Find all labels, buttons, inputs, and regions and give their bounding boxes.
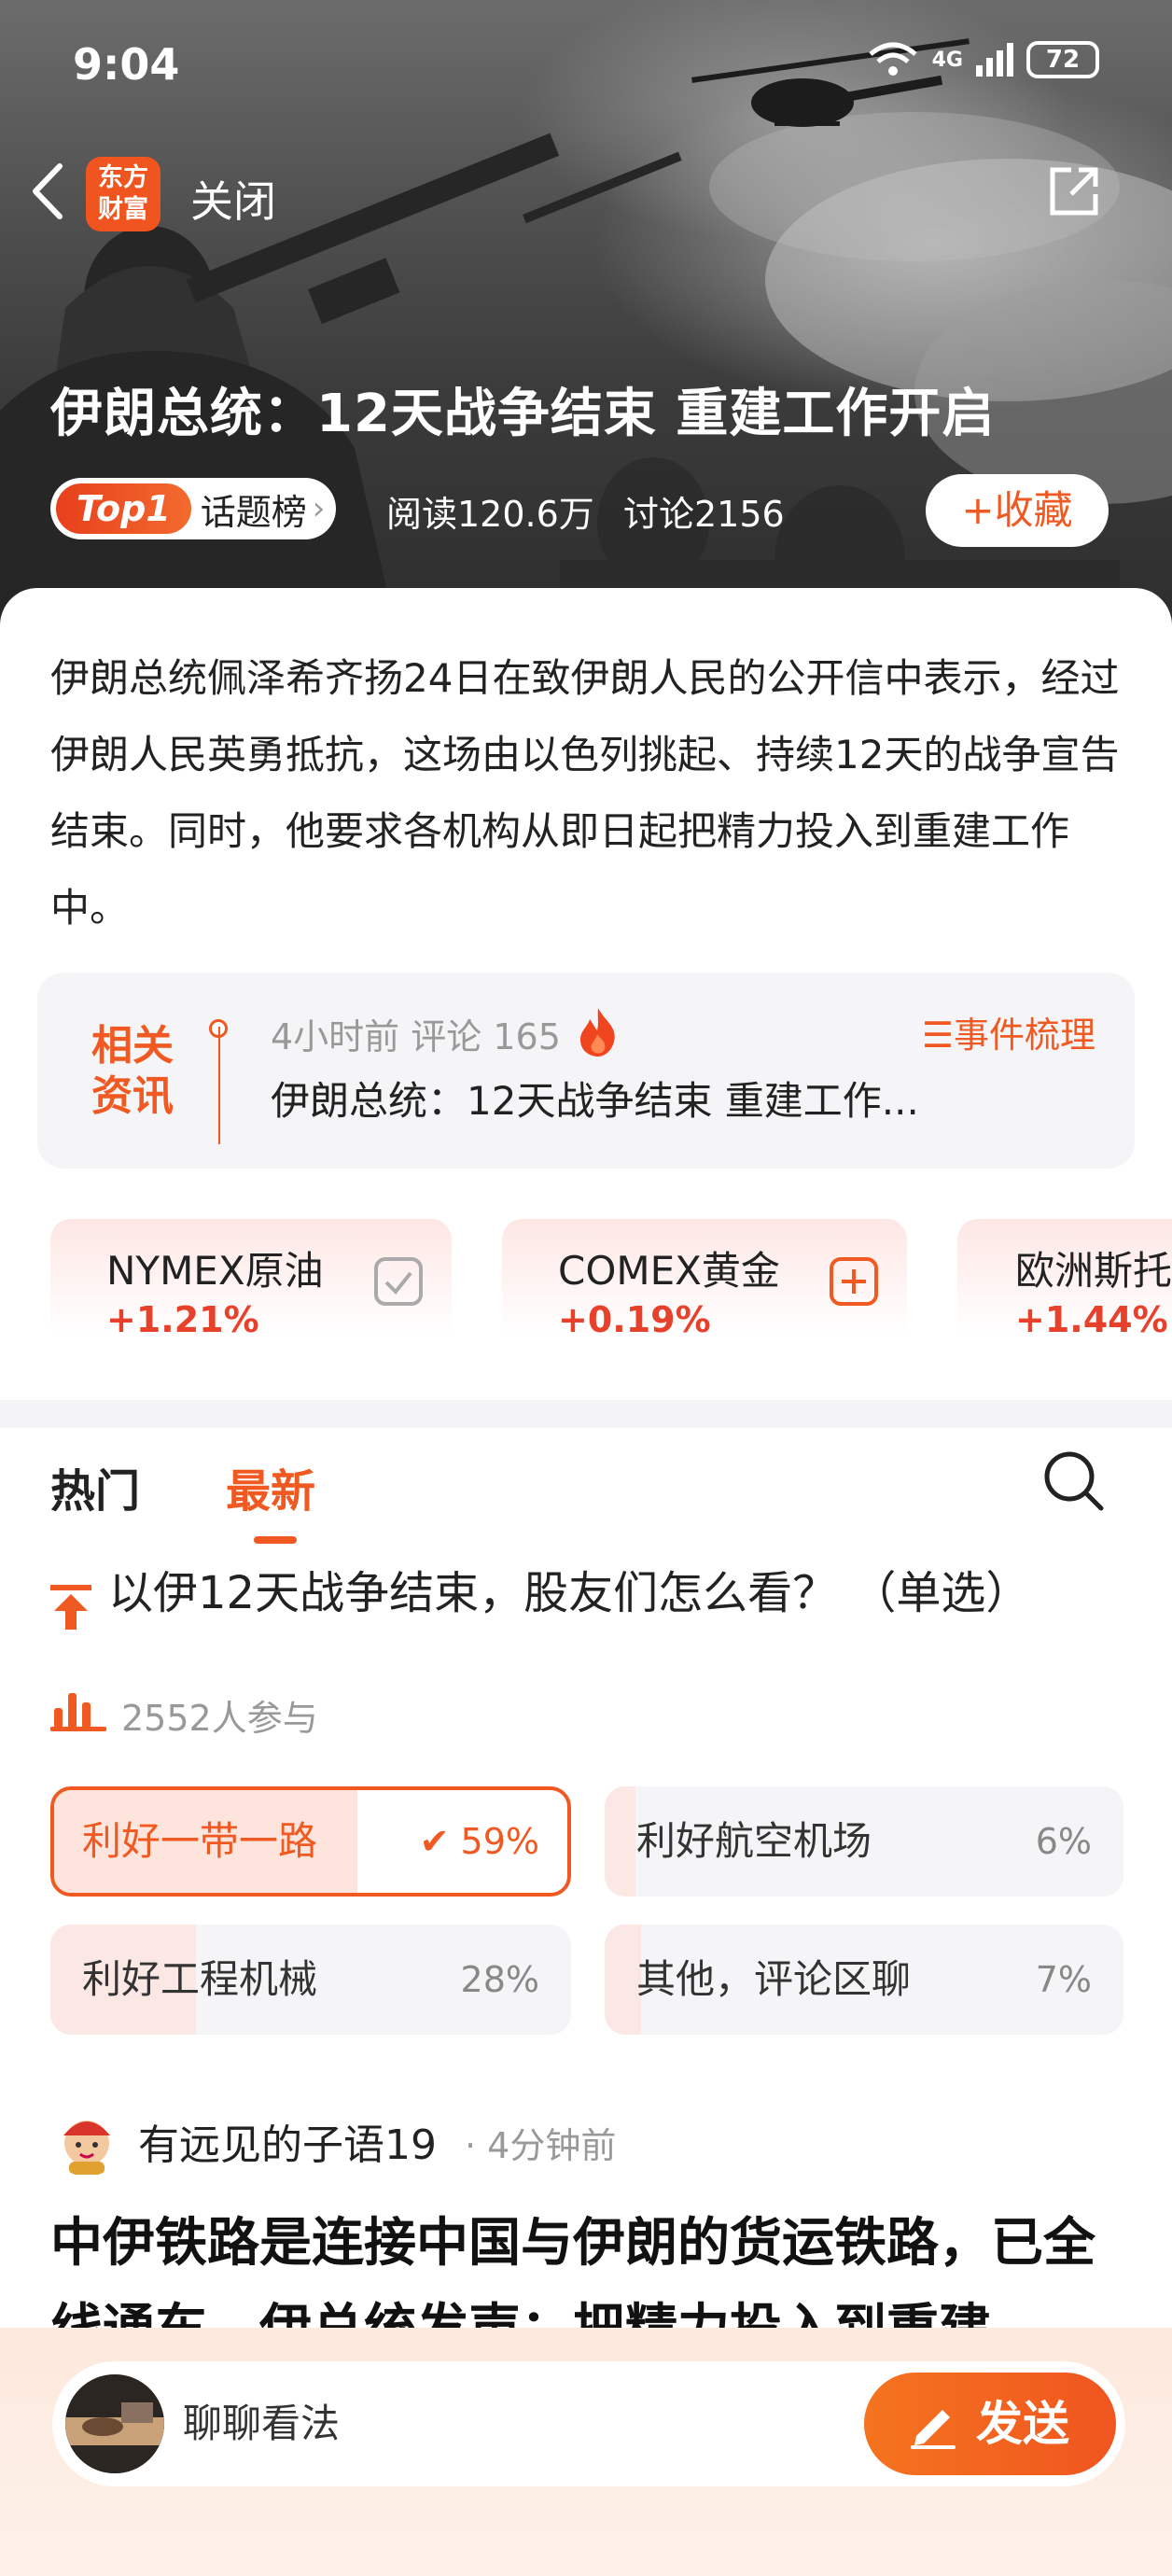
post-time: · 4分钟前 <box>465 2125 617 2166</box>
quote-change: +0.19% <box>558 1299 711 1340</box>
topic-rank-badge[interactable]: Top1 话题榜 › <box>50 478 337 539</box>
quote-name: 欧洲斯托 <box>1015 1248 1172 1294</box>
collect-button[interactable]: +收藏 <box>926 474 1109 547</box>
comment-input[interactable]: 聊聊看法 发送 <box>52 2361 1125 2486</box>
related-news-headline: 伊朗总统：12天战争结束 重建工作... <box>271 1078 919 1124</box>
poll-option-label: 利好工程机械 <box>82 1956 318 2002</box>
poll-option[interactable]: 利好工程机械 28% <box>50 1925 571 2035</box>
rank-label: Top1 <box>56 483 191 534</box>
quote-card-euro-stoxx[interactable]: 欧洲斯托 +1.44% <box>957 1219 1172 1340</box>
network-type: 4G <box>931 48 963 72</box>
poll-option-label: 利好航空机场 <box>636 1818 872 1864</box>
hot-flame-icon <box>580 1008 615 1057</box>
quote-change: +1.21% <box>106 1299 259 1340</box>
tab-hot[interactable]: 热门 <box>50 1454 140 1519</box>
pin-top-icon <box>50 1585 91 1630</box>
poll-participants: 2552人参与 <box>121 1698 318 1739</box>
poll-option-percent: 7% <box>1035 1959 1092 2000</box>
poll-option-percent: 28% <box>460 1959 539 2000</box>
poll-option-percent: 6% <box>1035 1821 1092 1862</box>
post-username[interactable]: 有远见的子语19 <box>138 2111 437 2171</box>
chevron-right-icon: › <box>312 490 326 527</box>
send-button[interactable]: 发送 <box>864 2373 1116 2475</box>
topic-summary: 伊朗总统佩泽希齐扬24日在致伊朗人民的公开信中表示，经过伊朗人民英勇抵抗，这场由… <box>50 655 1120 931</box>
tab-latest[interactable]: 最新 <box>226 1454 315 1519</box>
poll-option-label: 其他，评论区聊 <box>636 1956 912 2002</box>
app-logo: 东方 财富 <box>86 157 160 231</box>
topic-summary-card: 伊朗总统佩泽希齐扬24日在致伊朗人民的公开信中表示，经过伊朗人民英勇抵抗，这场由… <box>0 588 1172 961</box>
user-avatar <box>65 2374 164 2473</box>
hero-background-image <box>0 38 1172 653</box>
quote-name: NYMEX原油 <box>106 1248 324 1294</box>
poll-option[interactable]: 利好航空机场 6% <box>605 1786 1123 1897</box>
poll-option[interactable]: 其他，评论区聊 7% <box>605 1925 1123 2035</box>
avatar[interactable] <box>50 2104 123 2177</box>
share-icon[interactable] <box>1047 164 1101 218</box>
bar-chart-icon <box>50 1693 106 1731</box>
quote-card-comex-gold[interactable]: COMEX黄金 +0.19% <box>502 1219 907 1340</box>
read-count: 阅读120.6万 <box>386 494 594 535</box>
comment-placeholder: 聊聊看法 <box>183 2401 341 2446</box>
topic-title: 伊朗总统：12天战争结束 重建工作开启 <box>50 384 996 444</box>
discussion-count: 讨论2156 <box>623 494 785 535</box>
status-icons: 4G 72 <box>867 41 1099 78</box>
poll-option[interactable]: 利好一带一路 ✔ 59% <box>50 1786 571 1897</box>
related-news-tag: 相关 资讯 <box>91 1022 174 1120</box>
poll-option-fill <box>605 1786 636 1897</box>
send-label: 发送 <box>976 2397 1069 2451</box>
poll-question: 以伊12天战争结束，股友们怎么看？ （单选） <box>108 1567 1031 1619</box>
related-news-card[interactable]: 相关 资讯 4小时前 评论 165 ☰事件梳理 伊朗总统：12天战争结束 重建工作… <box>37 973 1135 1169</box>
timeline-line <box>218 1027 220 1144</box>
quote-card-nymex-crude[interactable]: NYMEX原油 +1.21% <box>50 1219 452 1340</box>
wifi-icon <box>869 42 917 76</box>
status-time: 9:04 <box>73 39 180 90</box>
check-icon[interactable] <box>373 1256 424 1307</box>
poll-option-percent: ✔ 59% <box>419 1821 539 1862</box>
pencil-icon <box>911 2410 956 2449</box>
related-news-meta: 4小时前 评论 165 <box>271 1016 561 1057</box>
active-tab-indicator <box>254 1536 297 1544</box>
quote-name: COMEX黄金 <box>558 1248 780 1294</box>
quote-change: +1.44% <box>1015 1299 1168 1340</box>
rank-list-label: 话题榜 <box>200 491 307 533</box>
search-icon[interactable] <box>1041 1449 1107 1514</box>
plus-icon[interactable] <box>829 1256 879 1307</box>
close-button[interactable]: 关闭 <box>190 168 276 230</box>
event-timeline-link[interactable]: ☰事件梳理 <box>922 1006 1095 1057</box>
back-arrow-icon[interactable] <box>26 161 67 222</box>
battery-indicator: 72 <box>1026 41 1099 78</box>
poll-option-label: 利好一带一路 <box>82 1818 318 1864</box>
signal-icon <box>976 43 1013 77</box>
topic-hero: 9:04 4G 72 东方 财富 关闭 伊朗总统：12天战争结束 重建工作开启 T… <box>0 0 1172 653</box>
